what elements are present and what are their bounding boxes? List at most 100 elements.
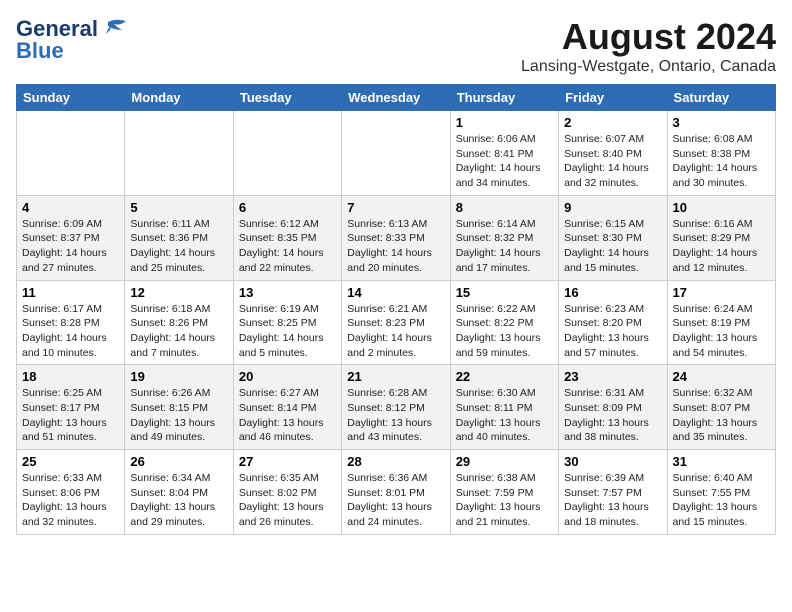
calendar-day-cell <box>17 111 125 196</box>
calendar-header-row: SundayMondayTuesdayWednesdayThursdayFrid… <box>17 85 776 111</box>
calendar-day-cell: 22 Sunrise: 6:30 AM Sunset: 8:11 PM Dayli… <box>450 365 558 450</box>
calendar-week-row: 18Sunrise: 6:25 AM Sunset: 8:17 PM Dayli… <box>17 365 776 450</box>
calendar-day-cell: 27 Sunrise: 6:35 AM Sunset: 8:02 PM Dayli… <box>233 450 341 535</box>
day-number: 27 <box>239 454 336 469</box>
day-number: 13 <box>239 285 336 300</box>
day-number: 23 <box>564 369 661 384</box>
day-info: Sunrise: 6:30 AM Sunset: 8:11 PM Dayligh… <box>456 386 553 445</box>
day-info: Sunrise: 6:28 AM Sunset: 8:12 PM Dayligh… <box>347 386 444 445</box>
day-number: 5 <box>130 200 227 215</box>
day-number: 22 <box>456 369 553 384</box>
day-number: 10 <box>673 200 770 215</box>
day-number: 11 <box>22 285 119 300</box>
calendar-day-cell: 3Sunrise: 6:08 AM Sunset: 8:38 PM Daylig… <box>667 111 775 196</box>
day-number: 14 <box>347 285 444 300</box>
day-info: Sunrise: 6:17 AM Sunset: 8:28 PM Dayligh… <box>22 302 119 361</box>
calendar-day-cell: 16Sunrise: 6:23 AM Sunset: 8:20 PM Dayli… <box>559 280 667 365</box>
calendar-day-cell: 17 Sunrise: 6:24 AM Sunset: 8:19 PM Dayli… <box>667 280 775 365</box>
day-number: 12 <box>130 285 227 300</box>
day-info: Sunrise: 6:32 AM Sunset: 8:07 PM Dayligh… <box>673 386 770 445</box>
calendar-day-cell <box>342 111 450 196</box>
calendar-day-cell: 15 Sunrise: 6:22 AM Sunset: 8:22 PM Dayli… <box>450 280 558 365</box>
day-number: 8 <box>456 200 553 215</box>
calendar-day-cell: 19Sunrise: 6:26 AM Sunset: 8:15 PM Dayli… <box>125 365 233 450</box>
calendar-day-cell: 28Sunrise: 6:36 AM Sunset: 8:01 PM Dayli… <box>342 450 450 535</box>
day-info: Sunrise: 6:40 AM Sunset: 7:55 PM Dayligh… <box>673 471 770 530</box>
calendar-day-cell: 20 Sunrise: 6:27 AM Sunset: 8:14 PM Dayli… <box>233 365 341 450</box>
day-info: Sunrise: 6:16 AM Sunset: 8:29 PM Dayligh… <box>673 217 770 276</box>
day-of-week-header: Friday <box>559 85 667 111</box>
calendar-day-cell: 4 Sunrise: 6:09 AM Sunset: 8:37 PM Daylig… <box>17 195 125 280</box>
calendar-week-row: 1 Sunrise: 6:06 AM Sunset: 8:41 PM Daylig… <box>17 111 776 196</box>
day-of-week-header: Sunday <box>17 85 125 111</box>
day-info: Sunrise: 6:14 AM Sunset: 8:32 PM Dayligh… <box>456 217 553 276</box>
day-info: Sunrise: 6:12 AM Sunset: 8:35 PM Dayligh… <box>239 217 336 276</box>
day-number: 3 <box>673 115 770 130</box>
calendar-day-cell: 25 Sunrise: 6:33 AM Sunset: 8:06 PM Dayli… <box>17 450 125 535</box>
day-info: Sunrise: 6:22 AM Sunset: 8:22 PM Dayligh… <box>456 302 553 361</box>
day-number: 4 <box>22 200 119 215</box>
logo-bird-icon <box>98 18 128 40</box>
day-of-week-header: Tuesday <box>233 85 341 111</box>
day-of-week-header: Monday <box>125 85 233 111</box>
day-info: Sunrise: 6:19 AM Sunset: 8:25 PM Dayligh… <box>239 302 336 361</box>
day-info: Sunrise: 6:21 AM Sunset: 8:23 PM Dayligh… <box>347 302 444 361</box>
day-number: 1 <box>456 115 553 130</box>
day-number: 15 <box>456 285 553 300</box>
day-number: 26 <box>130 454 227 469</box>
calendar-table: SundayMondayTuesdayWednesdayThursdayFrid… <box>16 84 776 535</box>
day-number: 9 <box>564 200 661 215</box>
day-number: 2 <box>564 115 661 130</box>
day-info: Sunrise: 6:33 AM Sunset: 8:06 PM Dayligh… <box>22 471 119 530</box>
day-info: Sunrise: 6:07 AM Sunset: 8:40 PM Dayligh… <box>564 132 661 191</box>
calendar-day-cell: 23Sunrise: 6:31 AM Sunset: 8:09 PM Dayli… <box>559 365 667 450</box>
calendar-title: August 2024 <box>521 16 776 58</box>
day-number: 29 <box>456 454 553 469</box>
calendar-day-cell <box>233 111 341 196</box>
day-info: Sunrise: 6:09 AM Sunset: 8:37 PM Dayligh… <box>22 217 119 276</box>
day-number: 6 <box>239 200 336 215</box>
day-number: 19 <box>130 369 227 384</box>
day-number: 24 <box>673 369 770 384</box>
day-number: 21 <box>347 369 444 384</box>
calendar-day-cell: 26 Sunrise: 6:34 AM Sunset: 8:04 PM Dayli… <box>125 450 233 535</box>
calendar-day-cell: 31 Sunrise: 6:40 AM Sunset: 7:55 PM Dayli… <box>667 450 775 535</box>
calendar-day-cell: 14 Sunrise: 6:21 AM Sunset: 8:23 PM Dayli… <box>342 280 450 365</box>
day-info: Sunrise: 6:34 AM Sunset: 8:04 PM Dayligh… <box>130 471 227 530</box>
day-info: Sunrise: 6:06 AM Sunset: 8:41 PM Dayligh… <box>456 132 553 191</box>
day-number: 17 <box>673 285 770 300</box>
day-info: Sunrise: 6:23 AM Sunset: 8:20 PM Dayligh… <box>564 302 661 361</box>
day-info: Sunrise: 6:25 AM Sunset: 8:17 PM Dayligh… <box>22 386 119 445</box>
day-of-week-header: Wednesday <box>342 85 450 111</box>
day-number: 7 <box>347 200 444 215</box>
day-of-week-header: Saturday <box>667 85 775 111</box>
day-info: Sunrise: 6:13 AM Sunset: 8:33 PM Dayligh… <box>347 217 444 276</box>
day-info: Sunrise: 6:24 AM Sunset: 8:19 PM Dayligh… <box>673 302 770 361</box>
calendar-subtitle: Lansing-Westgate, Ontario, Canada <box>521 58 776 76</box>
calendar-day-cell: 18Sunrise: 6:25 AM Sunset: 8:17 PM Dayli… <box>17 365 125 450</box>
day-info: Sunrise: 6:39 AM Sunset: 7:57 PM Dayligh… <box>564 471 661 530</box>
calendar-day-cell: 5 Sunrise: 6:11 AM Sunset: 8:36 PM Daylig… <box>125 195 233 280</box>
calendar-day-cell: 10 Sunrise: 6:16 AM Sunset: 8:29 PM Dayli… <box>667 195 775 280</box>
day-of-week-header: Thursday <box>450 85 558 111</box>
day-info: Sunrise: 6:38 AM Sunset: 7:59 PM Dayligh… <box>456 471 553 530</box>
calendar-day-cell: 12Sunrise: 6:18 AM Sunset: 8:26 PM Dayli… <box>125 280 233 365</box>
day-number: 31 <box>673 454 770 469</box>
day-info: Sunrise: 6:35 AM Sunset: 8:02 PM Dayligh… <box>239 471 336 530</box>
calendar-day-cell: 9Sunrise: 6:15 AM Sunset: 8:30 PM Daylig… <box>559 195 667 280</box>
calendar-day-cell: 30 Sunrise: 6:39 AM Sunset: 7:57 PM Dayli… <box>559 450 667 535</box>
day-info: Sunrise: 6:27 AM Sunset: 8:14 PM Dayligh… <box>239 386 336 445</box>
calendar-day-cell: 21 Sunrise: 6:28 AM Sunset: 8:12 PM Dayli… <box>342 365 450 450</box>
day-number: 20 <box>239 369 336 384</box>
calendar-week-row: 25 Sunrise: 6:33 AM Sunset: 8:06 PM Dayli… <box>17 450 776 535</box>
day-number: 30 <box>564 454 661 469</box>
calendar-day-cell: 8 Sunrise: 6:14 AM Sunset: 8:32 PM Daylig… <box>450 195 558 280</box>
calendar-day-cell <box>125 111 233 196</box>
day-info: Sunrise: 6:11 AM Sunset: 8:36 PM Dayligh… <box>130 217 227 276</box>
calendar-title-area: August 2024 Lansing-Westgate, Ontario, C… <box>521 16 776 76</box>
calendar-day-cell: 7 Sunrise: 6:13 AM Sunset: 8:33 PM Daylig… <box>342 195 450 280</box>
logo: General Blue <box>16 16 128 64</box>
calendar-day-cell: 1 Sunrise: 6:06 AM Sunset: 8:41 PM Daylig… <box>450 111 558 196</box>
calendar-day-cell: 2 Sunrise: 6:07 AM Sunset: 8:40 PM Daylig… <box>559 111 667 196</box>
day-number: 25 <box>22 454 119 469</box>
